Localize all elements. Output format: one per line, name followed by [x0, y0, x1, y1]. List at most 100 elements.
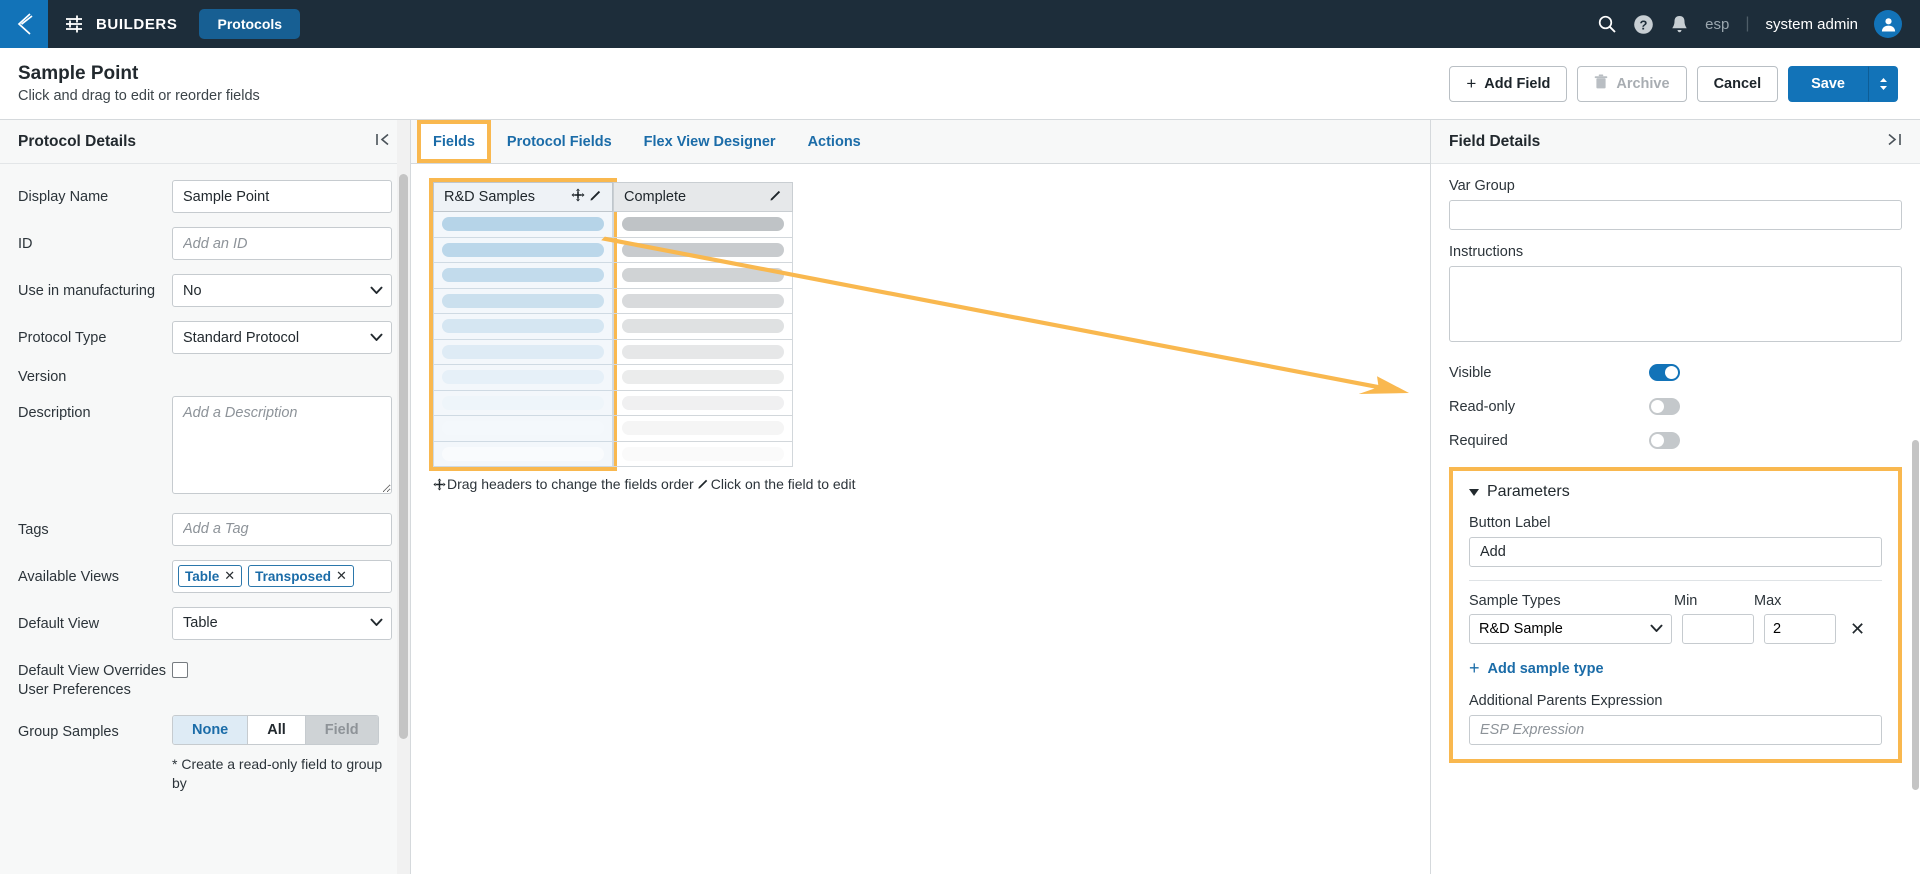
- field-details-form: Var Group Instructions Visible Read-only…: [1431, 164, 1920, 763]
- table-row[interactable]: [613, 390, 793, 416]
- default-view-select[interactable]: Table: [172, 606, 392, 640]
- cell-pill: [442, 217, 604, 232]
- table-row[interactable]: [613, 314, 793, 340]
- cell-pill: [442, 268, 604, 283]
- table-row[interactable]: [433, 212, 613, 238]
- table-row[interactable]: [613, 416, 793, 442]
- sample-type-select[interactable]: R&D Sample: [1469, 614, 1672, 644]
- chip-transposed[interactable]: Transposed ✕: [248, 565, 354, 588]
- button-label-input[interactable]: [1469, 537, 1882, 567]
- builders-home-link[interactable]: BUILDERS: [64, 14, 177, 34]
- cell-pill: [442, 344, 604, 359]
- var-group-label: Var Group: [1449, 178, 1515, 194]
- sample-type-max-input[interactable]: [1764, 614, 1836, 644]
- field-column-complete[interactable]: Complete: [613, 182, 793, 467]
- additional-parents-input[interactable]: [1469, 715, 1882, 745]
- table-row[interactable]: [613, 237, 793, 263]
- move-icon: [433, 476, 446, 492]
- field-row-display-name: Display Name: [18, 180, 392, 213]
- field-column-header-complete[interactable]: Complete: [613, 182, 793, 212]
- right-panel-scrollbar-track[interactable]: [1911, 120, 1920, 874]
- cell-pill: [442, 370, 604, 385]
- svg-text:?: ?: [1640, 17, 1648, 32]
- left-panel-scrollbar-thumb[interactable]: [399, 174, 408, 739]
- table-row[interactable]: [613, 263, 793, 289]
- table-row[interactable]: [433, 314, 613, 340]
- required-label: Required: [1449, 432, 1508, 449]
- table-row[interactable]: [433, 237, 613, 263]
- right-panel-scrollbar-thumb[interactable]: [1912, 440, 1919, 790]
- tab-flex-view-designer[interactable]: Flex View Designer: [628, 120, 792, 163]
- collapse-right-icon[interactable]: [1885, 132, 1902, 151]
- caret-down-icon[interactable]: [1469, 488, 1479, 496]
- add-field-button[interactable]: + Add Field: [1449, 65, 1568, 102]
- protocol-type-select[interactable]: Standard Protocol: [172, 321, 392, 354]
- search-icon[interactable]: [1597, 14, 1617, 34]
- available-views-chipbox[interactable]: Table ✕ Transposed ✕: [172, 559, 392, 593]
- chevron-updown-icon[interactable]: [1868, 65, 1898, 102]
- default-view-overrides-checkbox[interactable]: [172, 661, 188, 678]
- tab-actions[interactable]: Actions: [792, 120, 877, 163]
- sample-type-min-input[interactable]: [1682, 614, 1754, 644]
- toggle-knob: [1665, 366, 1678, 379]
- cell-pill: [622, 370, 784, 385]
- chip-table[interactable]: Table ✕: [178, 565, 243, 588]
- visible-toggle[interactable]: [1649, 364, 1680, 381]
- table-row[interactable]: [613, 441, 793, 467]
- required-toggle[interactable]: [1649, 432, 1680, 449]
- archive-button[interactable]: Archive: [1577, 65, 1687, 102]
- table-row[interactable]: [613, 288, 793, 314]
- group-samples-label: Group Samples: [18, 723, 119, 740]
- table-row[interactable]: [433, 288, 613, 314]
- field-row-available-views: Available Views Table ✕ Transposed ✕: [18, 559, 392, 593]
- pencil-icon[interactable]: [769, 189, 782, 206]
- collapse-left-icon[interactable]: [375, 132, 392, 151]
- use-in-manufacturing-label: Use in manufacturing: [18, 283, 156, 299]
- cell-pill: [442, 242, 604, 257]
- instructions-textarea[interactable]: [1449, 266, 1902, 342]
- group-samples-option-field[interactable]: Field: [305, 715, 378, 744]
- table-row[interactable]: [433, 263, 613, 289]
- question-circle-icon[interactable]: ?: [1633, 14, 1654, 35]
- table-row[interactable]: [433, 441, 613, 467]
- table-row[interactable]: [433, 339, 613, 365]
- cancel-button[interactable]: Cancel: [1696, 65, 1779, 102]
- use-in-manufacturing-select[interactable]: No: [172, 274, 392, 307]
- parameters-header[interactable]: Parameters: [1469, 483, 1882, 501]
- var-group-input[interactable]: [1449, 200, 1902, 230]
- group-samples-option-none[interactable]: None: [173, 715, 249, 744]
- tab-protocol-fields[interactable]: Protocol Fields: [491, 120, 628, 163]
- display-name-input[interactable]: [172, 180, 392, 213]
- save-button[interactable]: Save: [1788, 65, 1868, 102]
- add-sample-type-button[interactable]: + Add sample type: [1469, 658, 1882, 679]
- tags-input[interactable]: [172, 512, 392, 546]
- back-button[interactable]: [0, 0, 48, 48]
- visible-label: Visible: [1449, 364, 1492, 381]
- user-avatar-icon[interactable]: [1874, 10, 1902, 38]
- close-icon[interactable]: ✕: [224, 568, 235, 584]
- table-row[interactable]: [613, 365, 793, 391]
- close-icon[interactable]: ✕: [1850, 620, 1865, 638]
- bell-icon[interactable]: [1670, 14, 1689, 35]
- table-row[interactable]: [613, 212, 793, 238]
- field-column-rd-samples[interactable]: R&D Samples: [429, 178, 617, 471]
- description-textarea[interactable]: [172, 395, 392, 494]
- field-column-header-rd-samples[interactable]: R&D Samples: [433, 182, 613, 212]
- protocols-tab-button[interactable]: Protocols: [199, 9, 301, 39]
- cell-pill: [622, 242, 784, 257]
- read-only-toggle[interactable]: [1649, 398, 1680, 415]
- min-label: Min: [1674, 593, 1698, 609]
- table-row[interactable]: [433, 365, 613, 391]
- table-row[interactable]: [433, 416, 613, 442]
- id-input[interactable]: [172, 227, 392, 260]
- cell-pill: [622, 217, 784, 232]
- table-row[interactable]: [433, 390, 613, 416]
- close-icon[interactable]: ✕: [336, 568, 347, 584]
- pencil-icon[interactable]: [589, 189, 602, 206]
- move-icon[interactable]: [571, 188, 585, 206]
- table-row[interactable]: [613, 339, 793, 365]
- group-samples-option-all[interactable]: All: [248, 715, 306, 744]
- left-panel-scrollbar-track[interactable]: [397, 120, 410, 874]
- designer-tabbar: Fields Protocol Fields Flex View Designe…: [411, 120, 1430, 164]
- tab-fields[interactable]: Fields: [417, 120, 491, 163]
